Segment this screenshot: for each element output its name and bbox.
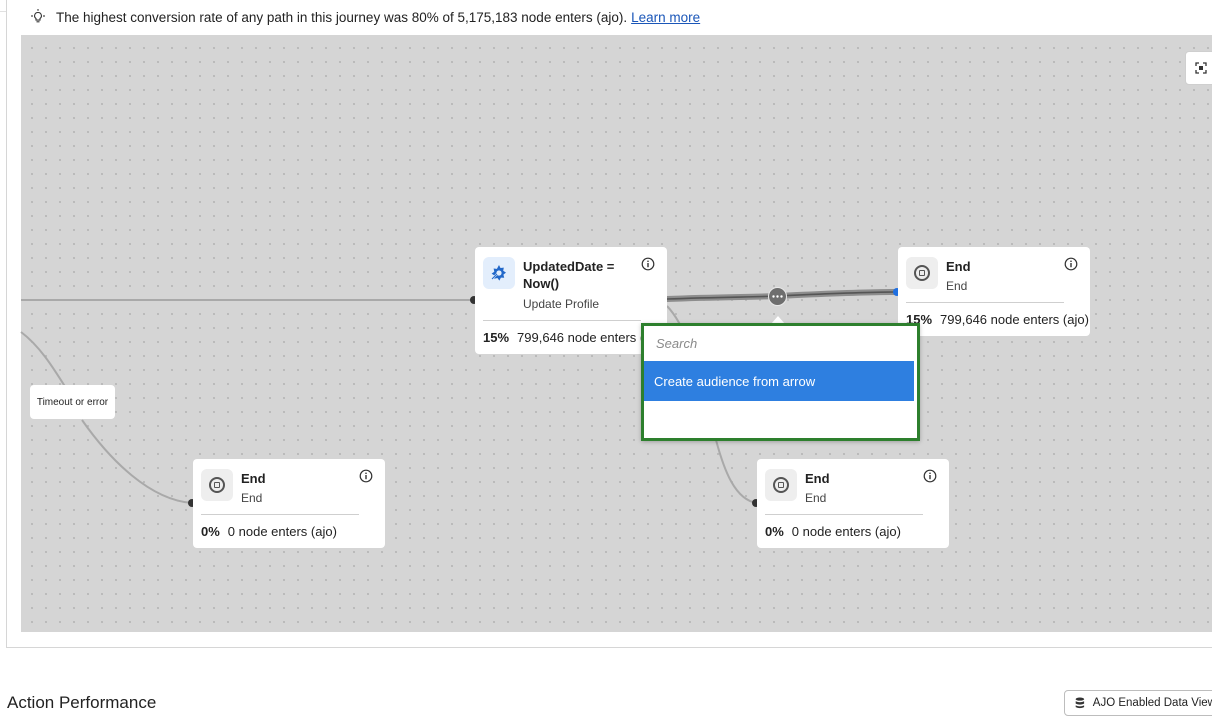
node-divider [483,320,641,321]
node-stats: 15% 799,646 node enters (ajo) [483,330,666,345]
connector-action-popover: Create audience from arrow [641,323,920,441]
insight-text: The highest conversion rate of any path … [56,9,628,25]
learn-more-link[interactable]: Learn more [631,10,700,25]
data-view-selector[interactable]: AJO Enabled Data View ( [1064,690,1212,716]
info-icon[interactable] [1064,257,1078,271]
node-title: End [946,259,971,274]
node-enters: 0 node enters (ajo) [791,524,901,539]
node-enters: 0 node enters (ajo) [227,524,337,539]
node-title: End [241,471,266,486]
journey-node-end-mid[interactable]: End End 0% 0 node enters (ajo) [757,459,949,548]
node-subtitle: Update Profile [523,297,600,311]
info-icon[interactable] [923,469,937,483]
update-profile-icon [483,257,515,289]
stop-icon [765,469,797,501]
fit-to-screen-button[interactable] [1185,51,1212,85]
popover-search-input[interactable] [644,326,917,360]
insight-banner: The highest conversion rate of any path … [30,8,700,26]
node-subtitle: End [805,491,827,505]
journey-node-end-top[interactable]: End End 15% 799,646 node enters (ajo) [898,247,1090,336]
node-stats: 0% 0 node enters (ajo) [201,524,337,539]
node-title: UpdatedDate = Now() [523,259,615,291]
node-percentage: 15% [483,330,510,345]
journey-node-end-left[interactable]: End End 0% 0 node enters (ajo) [193,459,385,548]
info-icon[interactable] [641,257,655,271]
stop-icon [906,257,938,289]
fit-screen-icon [1195,62,1207,74]
create-audience-from-arrow-item[interactable]: Create audience from arrow [644,361,914,401]
journey-analysis-view: The highest conversion rate of any path … [0,0,1212,723]
journey-node-update-profile[interactable]: UpdatedDate = Now() Update Profile 15% 79… [475,247,667,354]
connector-more-button[interactable] [768,287,787,306]
node-percentage: 0% [765,524,784,539]
node-stats: 15% 799,646 node enters (ajo) [906,312,1089,327]
node-divider [765,514,923,515]
node-stats: 0% 0 node enters (ajo) [765,524,901,539]
database-icon [1075,697,1085,709]
action-performance-heading: Action Performance [7,693,157,712]
lightbulb-icon [31,9,45,23]
info-icon[interactable] [359,469,373,483]
node-enters: 799,646 node enters (ajo) [940,312,1089,327]
timeout-error-label: Timeout or error [30,385,115,419]
stop-icon [201,469,233,501]
node-subtitle: End [946,279,968,293]
node-divider [201,514,359,515]
node-divider [906,302,1064,303]
more-icon [772,295,783,298]
node-title: End [805,471,830,486]
node-percentage: 0% [201,524,220,539]
node-subtitle: End [241,491,263,505]
data-view-label: AJO Enabled Data View ( [1092,697,1212,709]
